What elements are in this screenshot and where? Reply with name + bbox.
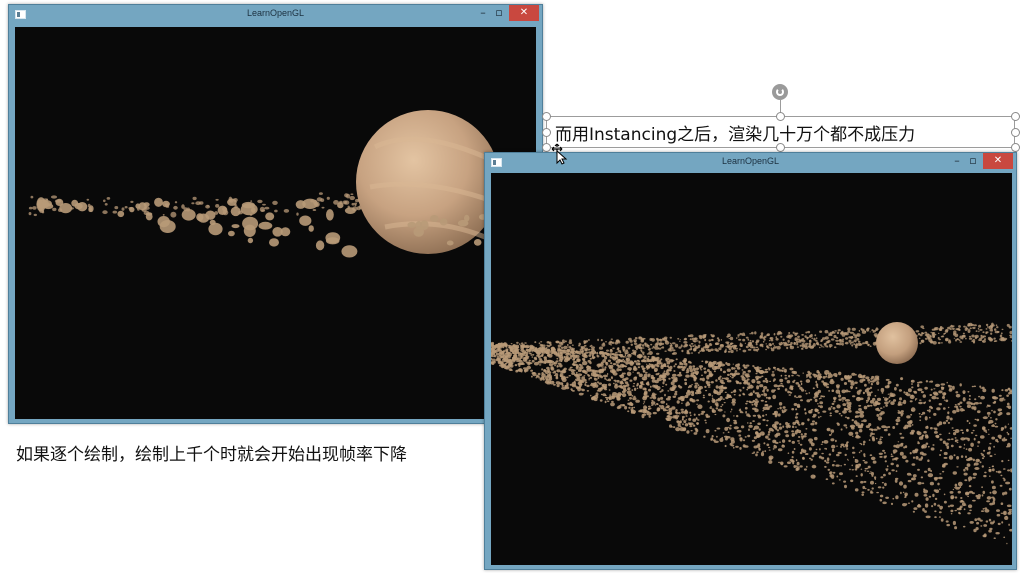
- planet: [876, 322, 918, 364]
- rotate-handle-icon[interactable]: [772, 84, 788, 100]
- render-viewport[interactable]: [15, 27, 536, 419]
- maximize-icon[interactable]: ▫: [966, 153, 980, 169]
- scene-render: [28, 110, 500, 258]
- close-icon[interactable]: ✕: [509, 5, 539, 21]
- scene-render: [491, 322, 1012, 545]
- minimize-icon[interactable]: –: [476, 5, 490, 21]
- resize-handle[interactable]: [1011, 128, 1020, 137]
- caption-instancing[interactable]: 而用Instancing之后，渲染几十万个都不成压力: [555, 120, 915, 145]
- resize-handle[interactable]: [542, 143, 551, 152]
- close-icon[interactable]: ✕: [983, 153, 1013, 169]
- resize-handle[interactable]: [542, 112, 551, 121]
- maximize-icon[interactable]: ▫: [492, 5, 506, 21]
- window-title: LearnOpenGL: [246, 8, 305, 18]
- resize-handle[interactable]: [776, 143, 785, 152]
- learnopengl-window-right: LearnOpenGL – ▫ ✕: [484, 152, 1017, 570]
- resize-handle[interactable]: [1011, 143, 1020, 152]
- resize-handle[interactable]: [542, 128, 551, 137]
- learnopengl-window-left: LearnOpenGL – ▫ ✕: [8, 4, 543, 424]
- move-cursor-icon: [551, 143, 568, 165]
- resize-handle[interactable]: [776, 112, 785, 121]
- minimize-icon[interactable]: –: [950, 153, 964, 169]
- asteroid-ring-back: [491, 322, 1012, 363]
- caption-per-object: 如果逐个绘制，绘制上千个时就会开始出现帧率下降: [16, 445, 407, 465]
- render-viewport[interactable]: [491, 173, 1012, 565]
- asteroid-ring-front: [491, 341, 1012, 545]
- resize-handle[interactable]: [1011, 112, 1020, 121]
- title-bar[interactable]: LearnOpenGL – ▫ ✕: [9, 5, 542, 25]
